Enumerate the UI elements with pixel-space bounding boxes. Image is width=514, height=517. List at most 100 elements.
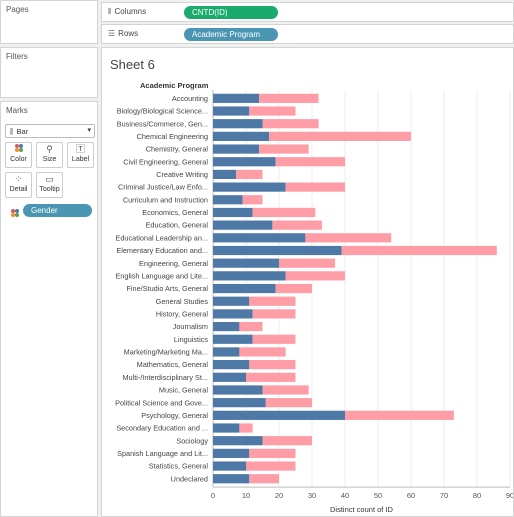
- category-label: Secondary Education and ...: [116, 424, 208, 433]
- color-button[interactable]: Color: [5, 142, 32, 168]
- bar-segment: [213, 436, 263, 446]
- bar-segment: [279, 258, 336, 268]
- bar-segment: [305, 233, 392, 243]
- bar-segment: [213, 398, 266, 408]
- category-label: History, General: [156, 310, 209, 319]
- bar-segment: [213, 144, 260, 154]
- bar-segment: [213, 347, 240, 357]
- filters-title: Filters: [6, 52, 28, 61]
- filters-card[interactable]: Filters: [0, 47, 98, 98]
- bar-segment: [213, 321, 240, 332]
- bar-segment: [285, 182, 345, 192]
- bar-segment: [213, 423, 240, 433]
- chevron-down-icon: ▾: [87, 127, 91, 134]
- category-label: Accounting: [172, 94, 208, 103]
- bar-segment: [236, 169, 263, 180]
- category-label: Civil Engineering, General: [123, 157, 208, 166]
- pages-card[interactable]: Pages: [0, 0, 98, 44]
- x-tick-label: 40: [341, 491, 349, 500]
- x-axis-title: Distinct count of ID: [330, 505, 394, 514]
- bar-segment: [213, 157, 276, 167]
- category-label: Elementary Education and...: [116, 246, 208, 255]
- category-label: Chemistry, General: [146, 145, 209, 154]
- rows-shelf[interactable]: ☰ Rows Academic Program: [101, 24, 514, 44]
- bar-segment: [246, 461, 296, 471]
- bar-segment: [213, 207, 253, 218]
- bar-segment: [213, 334, 253, 344]
- academic-program-pill[interactable]: Academic Program: [184, 28, 278, 41]
- size-button[interactable]: ⚲ Size: [36, 142, 63, 168]
- x-tick-label: 10: [242, 491, 250, 500]
- bar-segment: [213, 93, 260, 103]
- tableau-workspace: Pages Filters Marks ⫼ Bar ▾ Color ⚲ Size …: [0, 0, 514, 517]
- bar-segment: [213, 195, 243, 205]
- detail-icon: ⁘: [14, 174, 23, 184]
- category-label: Curriculum and Instruction: [123, 195, 208, 204]
- bar-segment: [252, 309, 296, 319]
- cntd-id-pill[interactable]: CNTD(ID): [184, 6, 278, 19]
- category-label: Educational Leadership an...: [116, 233, 209, 242]
- tooltip-button-label: Tooltip: [39, 186, 60, 193]
- bar-segment: [249, 296, 296, 306]
- bar-segment: [213, 410, 345, 420]
- bar-segment: [213, 309, 253, 319]
- category-label: Mathematics, General: [137, 360, 209, 369]
- columns-shelf-label: ⦀ Columns: [108, 7, 146, 17]
- tooltip-button[interactable]: ▭ Tooltip: [36, 172, 63, 198]
- category-label: Fine/Studio Arts, General: [126, 284, 208, 293]
- x-tick-label: 20: [275, 491, 283, 500]
- category-label: Undeclared: [171, 474, 208, 483]
- category-label: Music, General: [159, 386, 208, 395]
- tooltip-icon: ▭: [45, 174, 54, 184]
- size-icon: ⚲: [46, 144, 53, 154]
- bar-chart-icon: ⫼: [10, 127, 14, 136]
- category-label: Linguistics: [174, 335, 208, 344]
- category-label: Creative Writing: [156, 170, 208, 179]
- mark-type-dropdown[interactable]: ⫼ Bar ▾: [5, 124, 95, 138]
- bar-segment: [249, 106, 296, 116]
- bar-segment: [262, 119, 319, 129]
- bar-segment: [213, 283, 276, 294]
- bar-segment: [341, 245, 497, 256]
- category-label: Marketing/Marketing Ma...: [124, 348, 208, 357]
- bar-segment: [213, 258, 279, 268]
- mark-type-value: Bar: [16, 127, 29, 136]
- detail-button[interactable]: ⁘ Detail: [5, 172, 32, 198]
- rows-label-text: Rows: [118, 29, 139, 38]
- bar-segment: [213, 119, 263, 129]
- category-label: Education, General: [146, 221, 209, 230]
- category-label: Engineering, General: [139, 259, 208, 268]
- bar-segment: [213, 245, 342, 256]
- bar-segment: [262, 436, 312, 446]
- marks-card: Marks ⫼ Bar ▾ Color ⚲ Size 🅃 Label ⁘ Deta…: [0, 101, 98, 517]
- bar-segment: [213, 461, 246, 471]
- bar-segment: [213, 233, 306, 243]
- gender-color-pill[interactable]: Gender: [23, 204, 92, 217]
- x-tick-label: 50: [374, 491, 382, 500]
- category-label: General Studies: [156, 297, 209, 306]
- bar-segment: [239, 321, 263, 332]
- category-label: Spanish Language and Lit...: [117, 449, 208, 458]
- bar-segment: [259, 144, 309, 154]
- category-label: Sociology: [176, 436, 208, 445]
- bar-segment: [213, 448, 250, 458]
- bar-segment: [213, 131, 270, 141]
- columns-shelf[interactable]: ⦀ Columns CNTD(ID): [101, 2, 514, 22]
- bar-segment: [213, 271, 286, 281]
- bar-segment: [239, 347, 286, 357]
- color-button-label: Color: [10, 156, 27, 163]
- bar-segment: [275, 283, 312, 294]
- label-button[interactable]: 🅃 Label: [67, 142, 94, 168]
- sheet-view: Sheet 6 Academic Program Accounting Biolog…: [101, 47, 514, 517]
- bar-segment: [213, 182, 286, 192]
- bar-segment: [249, 474, 279, 484]
- bar-segment: [213, 372, 246, 382]
- category-label: Psychology, General: [141, 411, 208, 420]
- bar-segment: [265, 398, 312, 408]
- color-field-icon: [10, 205, 20, 223]
- bar-segment: [213, 474, 250, 484]
- category-label: Economics, General: [142, 208, 208, 217]
- category-label: English Language and Lite...: [115, 271, 208, 280]
- size-button-label: Size: [42, 156, 57, 163]
- bar-segment: [213, 296, 250, 306]
